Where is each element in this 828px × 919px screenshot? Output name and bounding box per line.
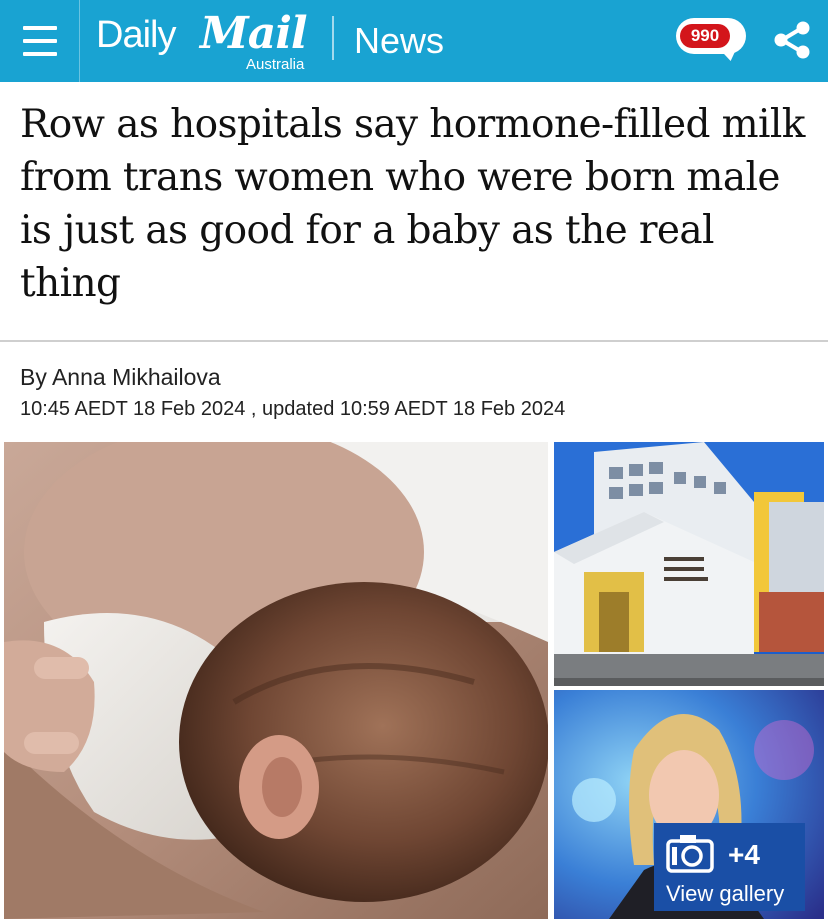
article-headline: Row as hospitals say hormone-filled milk… — [20, 102, 805, 306]
section-title[interactable]: News — [354, 20, 444, 62]
view-gallery-label: View gallery — [666, 881, 785, 906]
hospital-building-photo[interactable] — [554, 442, 824, 686]
hamburger-menu-icon-line — [22, 39, 57, 43]
comment-count-badge: 990 — [680, 24, 730, 48]
article-dateline: 10:45 AEDT 18 Feb 2024 , updated 10:59 A… — [20, 398, 566, 420]
view-gallery-button[interactable]: +4 View gallery — [654, 823, 805, 911]
main-article-photo[interactable] — [4, 442, 548, 919]
logo-daily-text: Daily — [96, 14, 176, 56]
article-byline[interactable]: By Anna Mikhailova — [20, 364, 221, 391]
hamburger-menu-icon-line — [22, 52, 57, 56]
comments-button[interactable]: 990 — [676, 18, 746, 63]
share-icon[interactable] — [770, 18, 814, 62]
gallery-photo-count: +4 — [728, 839, 760, 870]
header-divider — [332, 16, 334, 60]
camera-icon — [666, 835, 714, 873]
top-navigation-bar: Daily Mail Australia News 990 — [0, 0, 828, 82]
logo-mail-text: Mail — [200, 8, 308, 59]
logo-region-text: Australia — [246, 56, 305, 73]
headline-divider — [0, 340, 828, 342]
hamburger-menu-icon — [22, 26, 57, 30]
menu-button[interactable] — [0, 0, 80, 82]
